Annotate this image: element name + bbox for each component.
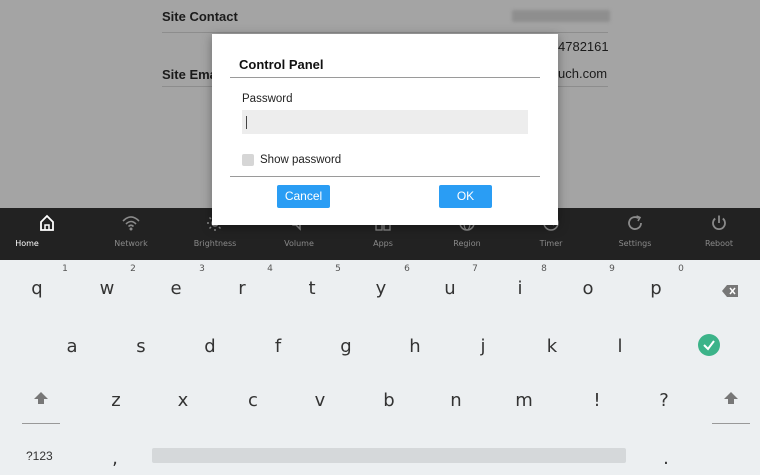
- key-z[interactable]: z: [101, 390, 131, 411]
- key-comma[interactable]: ,: [100, 448, 130, 469]
- key-hint: 7: [472, 264, 478, 274]
- nav-settings[interactable]: Settings: [593, 208, 677, 260]
- key-b[interactable]: b: [374, 390, 404, 411]
- key-x[interactable]: x: [168, 390, 198, 411]
- nav-label: Home: [15, 239, 39, 248]
- key-g[interactable]: g: [331, 336, 361, 357]
- shift-underline: [22, 423, 60, 424]
- key-exclamation[interactable]: !: [582, 390, 612, 411]
- key-r[interactable]: r: [227, 278, 257, 299]
- password-label: Password: [242, 93, 293, 105]
- nav-label: Settings: [618, 239, 652, 248]
- redacted-contact-value: [512, 10, 610, 22]
- nav-label: Region: [453, 239, 481, 248]
- key-period[interactable]: .: [651, 448, 681, 469]
- wifi-icon: [122, 216, 140, 231]
- nav-label: Apps: [373, 239, 393, 248]
- key-i[interactable]: i: [505, 278, 535, 299]
- key-t[interactable]: t: [297, 278, 327, 299]
- key-l[interactable]: l: [605, 336, 635, 357]
- key-hint: 0: [678, 264, 684, 274]
- key-hint: 4: [267, 264, 273, 274]
- key-p[interactable]: p: [641, 278, 671, 299]
- key-u[interactable]: u: [435, 278, 465, 299]
- check-icon: [703, 340, 715, 351]
- key-question[interactable]: ?: [649, 390, 679, 411]
- show-password-label[interactable]: Show password: [260, 154, 341, 166]
- key-hint: 9: [609, 264, 615, 274]
- key-f[interactable]: f: [263, 336, 293, 357]
- control-panel-dialog: Control Panel Password Show password Can…: [212, 34, 558, 225]
- nav-reboot[interactable]: Reboot: [677, 208, 760, 260]
- shift-icon[interactable]: [724, 392, 738, 404]
- enter-key[interactable]: [698, 334, 720, 356]
- nav-home[interactable]: Home: [5, 208, 89, 260]
- nav-network[interactable]: Network: [89, 208, 173, 260]
- key-c[interactable]: c: [238, 390, 268, 411]
- text-cursor: [246, 116, 247, 129]
- divider: [230, 77, 540, 78]
- nav-label: Timer: [539, 239, 563, 248]
- key-w[interactable]: w: [92, 278, 122, 299]
- site-email-label: Site Ema: [162, 67, 217, 82]
- nav-label: Reboot: [704, 239, 734, 248]
- nav-label: Network: [114, 239, 148, 248]
- spacebar[interactable]: [152, 448, 626, 463]
- symbols-key[interactable]: ?123: [26, 449, 53, 463]
- key-k[interactable]: k: [537, 336, 567, 357]
- shift-icon[interactable]: [34, 392, 48, 404]
- key-hint: 6: [404, 264, 410, 274]
- password-input[interactable]: [242, 110, 528, 134]
- key-hint: 1: [62, 264, 68, 274]
- refresh-icon: [628, 215, 642, 230]
- key-hint: 8: [541, 264, 547, 274]
- shift-underline: [712, 423, 750, 424]
- home-icon: [40, 214, 54, 231]
- email-value: uch.com: [558, 66, 608, 81]
- phone-value: 4782161: [558, 39, 609, 54]
- nav-label: Volume: [284, 239, 314, 248]
- key-n[interactable]: n: [441, 390, 471, 411]
- dialog-title: Control Panel: [239, 57, 324, 72]
- ok-button[interactable]: OK: [439, 185, 492, 208]
- key-hint: 3: [199, 264, 205, 274]
- key-h[interactable]: h: [400, 336, 430, 357]
- key-j[interactable]: j: [468, 336, 498, 357]
- show-password-checkbox[interactable]: [242, 154, 254, 166]
- cancel-button[interactable]: Cancel: [277, 185, 330, 208]
- key-hint: 5: [335, 264, 341, 274]
- divider: [162, 32, 608, 33]
- key-s[interactable]: s: [126, 336, 156, 357]
- key-v[interactable]: v: [305, 390, 335, 411]
- backspace-icon[interactable]: [722, 285, 738, 297]
- key-o[interactable]: o: [573, 278, 603, 299]
- key-d[interactable]: d: [195, 336, 225, 357]
- key-a[interactable]: a: [57, 336, 87, 357]
- key-y[interactable]: y: [366, 278, 396, 299]
- key-e[interactable]: e: [161, 278, 191, 299]
- site-contact-label: Site Contact: [162, 9, 238, 24]
- key-hint: 2: [130, 264, 136, 274]
- soft-keyboard: 1 2 3 4 5 6 7 8 9 0 q w e r t y u i o p …: [0, 260, 760, 475]
- key-m[interactable]: m: [509, 390, 539, 411]
- key-q[interactable]: q: [22, 278, 52, 299]
- divider: [230, 176, 540, 177]
- nav-label: Brightness: [193, 239, 237, 248]
- power-icon: [712, 215, 726, 230]
